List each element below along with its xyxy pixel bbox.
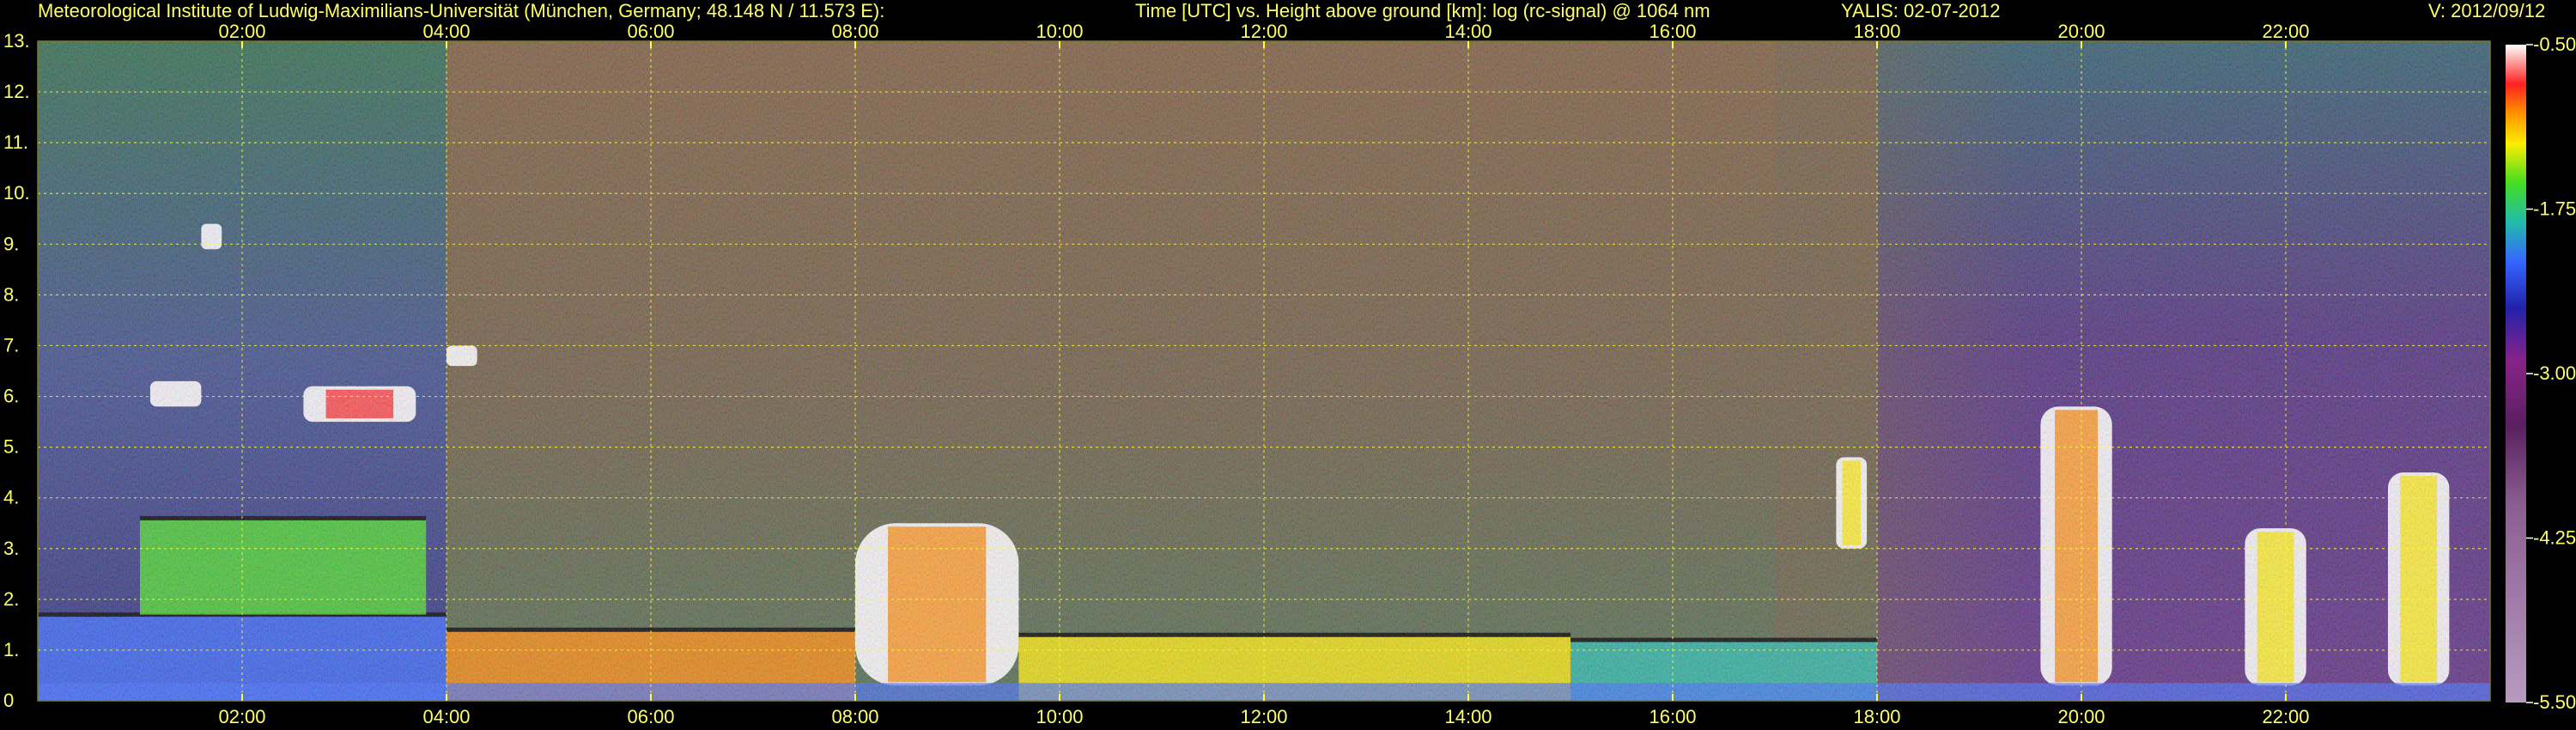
- x-tick-top-0: 02:00: [218, 21, 265, 42]
- colorbar-label-0: -0.50: [2533, 33, 2576, 55]
- x-tick-top-8: 18:00: [1853, 21, 1900, 42]
- x-tick-top-7: 16:00: [1649, 21, 1696, 42]
- x-tick-top-6: 14:00: [1444, 21, 1492, 42]
- x-tick-bottom-6: 14:00: [1444, 706, 1492, 727]
- x-tick-bottom-8: 18:00: [1853, 706, 1900, 727]
- y-axis: 0 1. 2. 3. 4. 5. 6. 7. 8. 9. 10. 11. 12. 13.: [3, 30, 30, 711]
- x-tick-bottom-10: 22:00: [2262, 706, 2309, 727]
- y-tick-13: 13.: [3, 30, 30, 52]
- y-tick-1: 1.: [3, 639, 19, 660]
- x-tick-bottom-9: 20:00: [2057, 706, 2105, 727]
- lidar-time-height-plot: 02:00 04:00 06:00 08:00 10:00 12:00 14:00 16:00…: [3, 21, 2576, 727]
- x-tick-top-5: 12:00: [1240, 21, 1287, 42]
- y-tick-6: 6.: [3, 386, 19, 407]
- colorbar: -0.50 -1.75 -3.00 -4.25 -5.50: [2506, 33, 2576, 713]
- x-tick-bottom-3: 08:00: [831, 706, 878, 727]
- x-tick-bottom-0: 02:00: [218, 706, 265, 727]
- y-tick-2: 2.: [3, 588, 19, 610]
- y-tick-12: 12.: [3, 81, 30, 102]
- colorbar-label-3: -4.25: [2533, 527, 2576, 549]
- colorbar-label-2: -3.00: [2533, 362, 2576, 384]
- x-tick-bottom-7: 16:00: [1649, 706, 1696, 727]
- y-tick-5: 5.: [3, 436, 19, 458]
- x-tick-bottom-4: 10:00: [1036, 706, 1083, 727]
- y-tick-4: 4.: [3, 487, 19, 508]
- colorbar-label-4: -5.50: [2533, 691, 2576, 713]
- x-tick-bottom-1: 04:00: [422, 706, 470, 727]
- y-tick-9: 9.: [3, 233, 19, 254]
- colorbar-ramp: [2506, 45, 2526, 703]
- x-tick-top-3: 08:00: [831, 21, 878, 42]
- x-tick-top-2: 06:00: [627, 21, 674, 42]
- x-tick-top-10: 22:00: [2262, 21, 2309, 42]
- y-tick-8: 8.: [3, 283, 19, 305]
- y-tick-11: 11.: [3, 131, 28, 153]
- y-tick-7: 7.: [3, 334, 19, 356]
- y-tick-10: 10.: [3, 182, 30, 204]
- x-tick-bottom-5: 12:00: [1240, 706, 1287, 727]
- y-tick-0: 0: [3, 690, 14, 711]
- y-tick-3: 3.: [3, 538, 19, 559]
- colorbar-label-1: -1.75: [2533, 198, 2576, 220]
- x-tick-top-1: 04:00: [422, 21, 470, 42]
- x-tick-top-9: 20:00: [2057, 21, 2105, 42]
- x-tick-top-4: 10:00: [1036, 21, 1083, 42]
- x-tick-bottom-2: 06:00: [627, 706, 674, 727]
